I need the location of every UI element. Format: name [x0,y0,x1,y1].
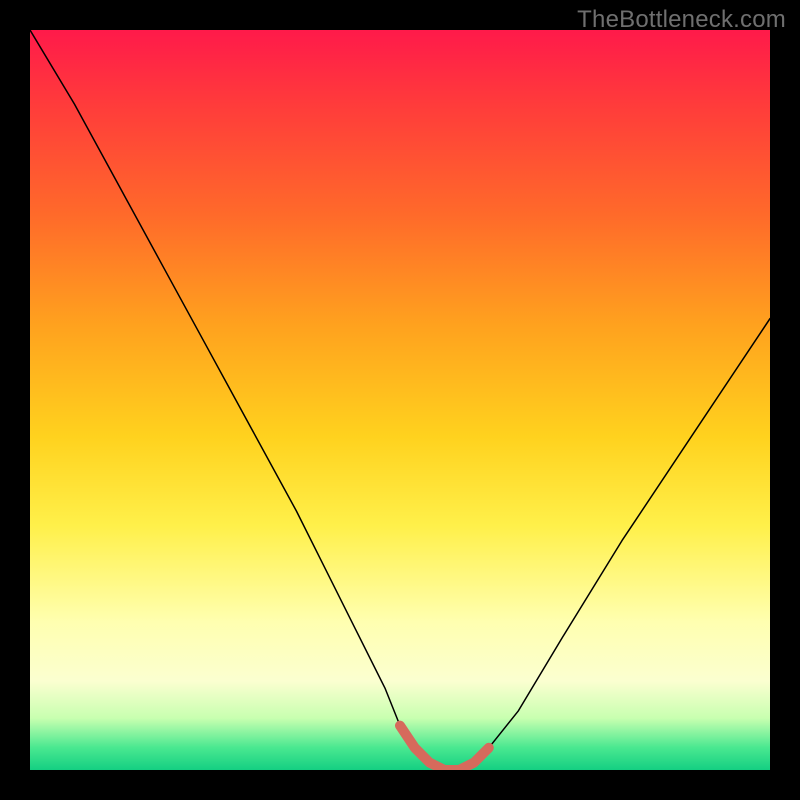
chart-svg [30,30,770,770]
series-bottleneck-curve [30,30,770,770]
series-valley-highlight [400,726,489,770]
plot-area [30,30,770,770]
chart-frame: TheBottleneck.com [0,0,800,800]
